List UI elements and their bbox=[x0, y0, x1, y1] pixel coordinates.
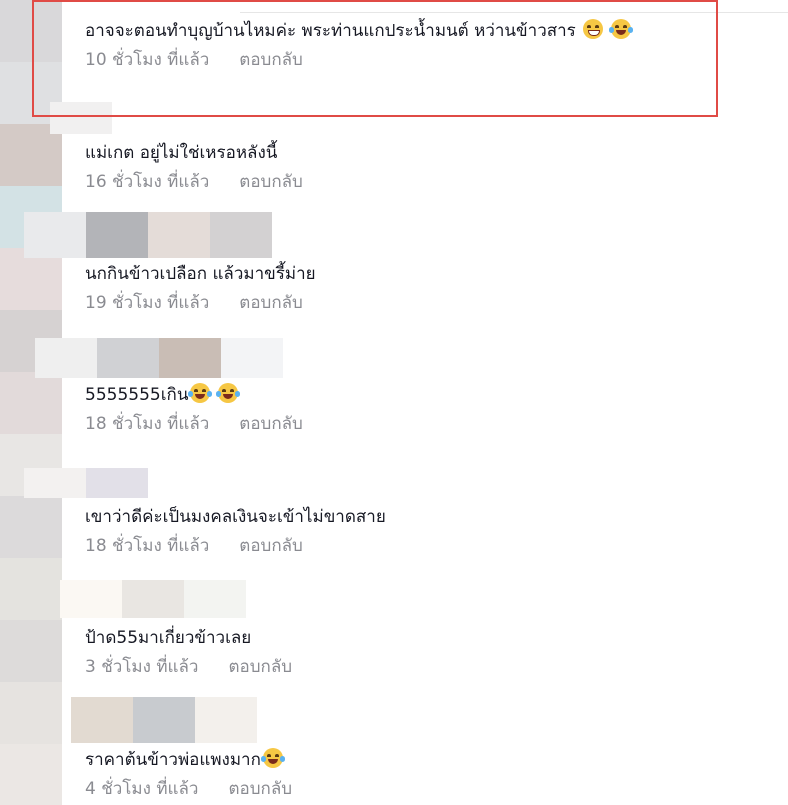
blurred-tile bbox=[97, 338, 159, 378]
reply-button[interactable]: ตอบกลับ bbox=[239, 535, 303, 557]
blurred-tile bbox=[86, 212, 148, 258]
comment-meta: 4 ชั่วโมง ที่แล้ว ตอบกลับ bbox=[85, 778, 292, 800]
blurred-image bbox=[60, 580, 246, 618]
highlight-box bbox=[32, 0, 718, 117]
blurred-tile bbox=[210, 212, 272, 258]
comment-item: แม่เกต อยู่ไม่ใช่เหรอหลังนี้ 16 ชั่วโมง … bbox=[85, 141, 765, 201]
comment-text: เขาว่าดีค่ะเป็นมงคลเงินจะเข้าไม่ขาดสาย bbox=[85, 507, 386, 527]
blurred-tile bbox=[35, 338, 97, 378]
joy-emoji-icon bbox=[215, 383, 240, 403]
comment-text: 5555555เกิน bbox=[85, 385, 189, 405]
blurred-image bbox=[24, 212, 272, 258]
comment-body: ราคาต้นข้าวพ่อแพงมาก bbox=[85, 748, 285, 772]
comment-item: 5555555เกิน 18 ชั่วโมง ที่แล้ว ตอบกลับ bbox=[85, 383, 765, 443]
joy-emoji-icon bbox=[188, 383, 213, 403]
comment-meta: 16 ชั่วโมง ที่แล้ว ตอบกลับ bbox=[85, 171, 303, 193]
blurred-tile bbox=[133, 697, 195, 743]
comment-text: ป้าด55มาเกี่ยวข้าวเลย bbox=[85, 628, 252, 648]
blurred-tile bbox=[184, 580, 246, 618]
reply-button[interactable]: ตอบกลับ bbox=[228, 656, 292, 678]
joy-emoji-icon bbox=[260, 748, 285, 768]
comment-body: 5555555เกิน bbox=[85, 383, 240, 407]
comment-text: ราคาต้นข้าวพ่อแพงมาก bbox=[85, 750, 261, 770]
blurred-image bbox=[71, 697, 257, 743]
blurred-tile bbox=[195, 697, 257, 743]
blurred-tile bbox=[221, 338, 283, 378]
avatar bbox=[0, 744, 62, 805]
comment-meta: 18 ชั่วโมง ที่แล้ว ตอบกลับ bbox=[85, 535, 303, 557]
comment-timestamp: 3 ชั่วโมง ที่แล้ว bbox=[85, 657, 199, 677]
blurred-image bbox=[24, 468, 148, 498]
blurred-tile bbox=[122, 580, 184, 618]
blurred-image bbox=[35, 338, 283, 378]
comment-meta: 3 ชั่วโมง ที่แล้ว ตอบกลับ bbox=[85, 656, 292, 678]
blurred-tile bbox=[86, 468, 148, 498]
blurred-tile bbox=[24, 212, 86, 258]
blurred-tile bbox=[148, 212, 210, 258]
avatar bbox=[0, 558, 62, 620]
comment-item: เขาว่าดีค่ะเป็นมงคลเงินจะเข้าไม่ขาดสาย 1… bbox=[85, 505, 765, 565]
comment-text: แม่เกต อยู่ไม่ใช่เหรอหลังนี้ bbox=[85, 143, 278, 163]
comment-text: นกกินข้าวเปลือก แล้วมาขรี้ม่าย bbox=[85, 264, 316, 284]
reply-button[interactable]: ตอบกลับ bbox=[228, 778, 292, 800]
comment-timestamp: 16 ชั่วโมง ที่แล้ว bbox=[85, 172, 210, 192]
comment-timestamp: 18 ชั่วโมง ที่แล้ว bbox=[85, 536, 210, 556]
comment-item: ราคาต้นข้าวพ่อแพงมาก 4 ชั่วโมง ที่แล้ว ตอ… bbox=[85, 748, 765, 805]
blurred-tile bbox=[24, 468, 86, 498]
comment-timestamp: 4 ชั่วโมง ที่แล้ว bbox=[85, 779, 199, 799]
comment-item: ป้าด55มาเกี่ยวข้าวเลย 3 ชั่วโมง ที่แล้ว ต… bbox=[85, 626, 765, 686]
comment-meta: 19 ชั่วโมง ที่แล้ว ตอบกลับ bbox=[85, 292, 303, 314]
reply-button[interactable]: ตอบกลับ bbox=[239, 292, 303, 314]
comment-timestamp: 19 ชั่วโมง ที่แล้ว bbox=[85, 293, 210, 313]
blurred-tile bbox=[60, 580, 122, 618]
reply-button[interactable]: ตอบกลับ bbox=[239, 171, 303, 193]
blurred-tile bbox=[159, 338, 221, 378]
avatar bbox=[0, 682, 62, 744]
comment-item: นกกินข้าวเปลือก แล้วมาขรี้ม่าย 19 ชั่วโม… bbox=[85, 262, 765, 322]
avatar bbox=[0, 620, 62, 682]
avatar bbox=[0, 496, 62, 558]
comment-meta: 18 ชั่วโมง ที่แล้ว ตอบกลับ bbox=[85, 413, 303, 435]
comment-list-page: อาจจะตอนทำบุญบ้านไหมค่ะ พระท่านแกประน้ำม… bbox=[0, 0, 788, 805]
comment-timestamp: 18 ชั่วโมง ที่แล้ว bbox=[85, 414, 210, 434]
avatar bbox=[0, 372, 62, 434]
reply-button[interactable]: ตอบกลับ bbox=[239, 413, 303, 435]
blurred-tile bbox=[71, 697, 133, 743]
